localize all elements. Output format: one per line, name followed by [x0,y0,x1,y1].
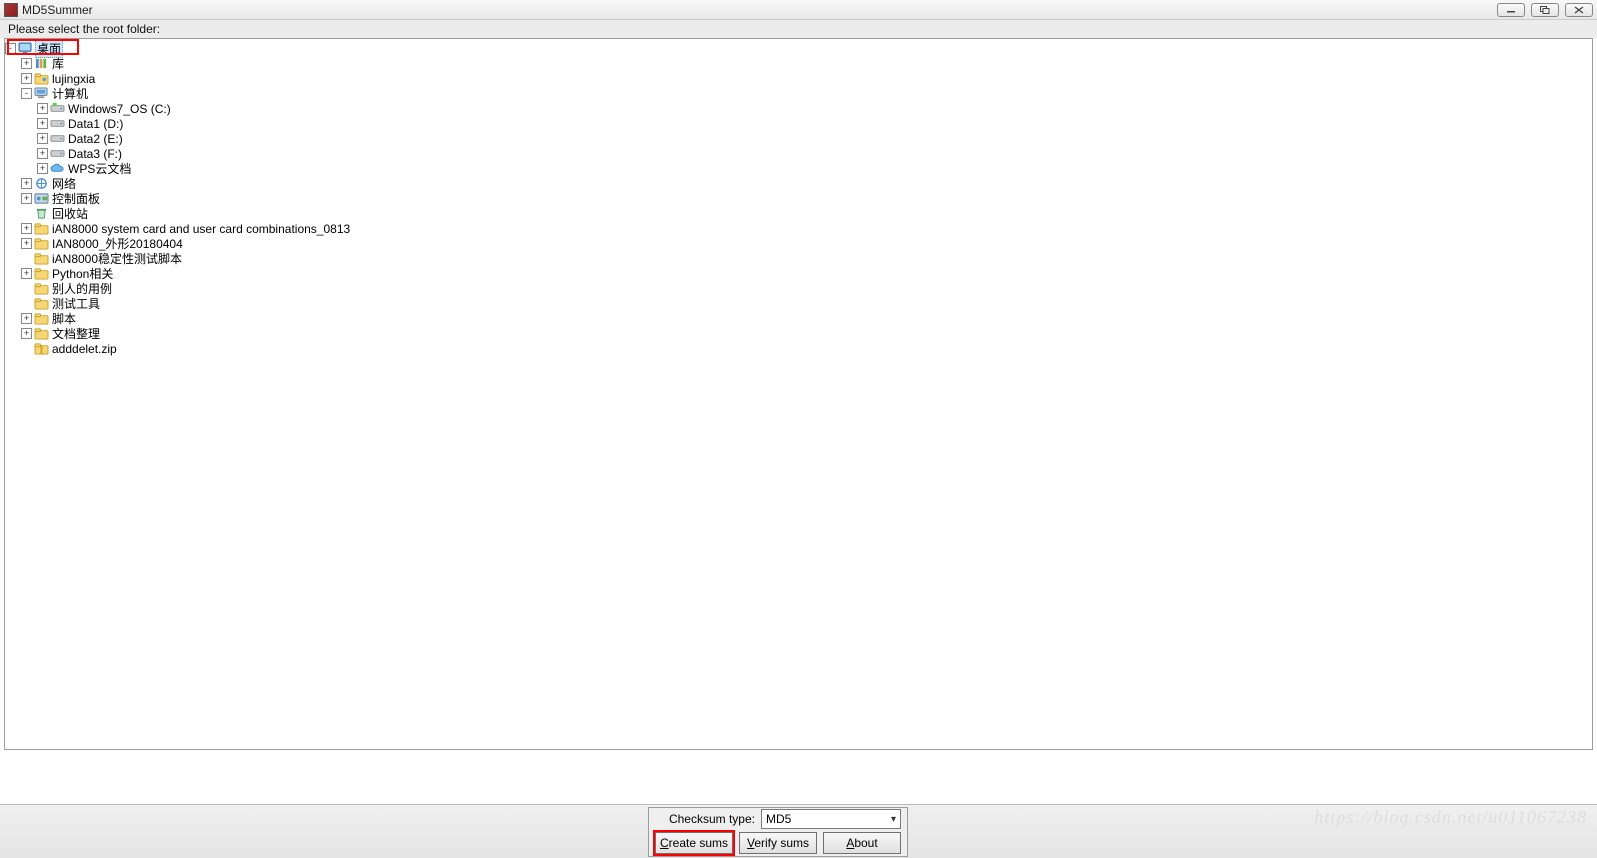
toggle-spacer [21,343,32,354]
expand-toggle[interactable]: + [37,163,48,174]
tree-item-label: 计算机 [51,85,89,102]
about-label: bout [854,836,877,850]
tree-item[interactable]: +WPS云文档 [37,161,1592,176]
verify-sums-label: erify sums [754,836,809,850]
bottom-panel: Checksum type: MD5 ▾ Create sums Verify … [0,804,1597,858]
network-icon [34,177,49,190]
toggle-spacer [21,208,32,219]
create-sums-label: reate sums [669,836,728,850]
recycle-bin-icon [34,207,49,220]
tree-item[interactable]: +库 [21,56,1592,71]
cloud-icon [50,162,65,175]
titlebar: MD5Summer [0,0,1597,20]
tree-item[interactable]: + Data1 (D:) [37,116,1592,131]
about-button[interactable]: About [823,832,901,854]
expand-toggle[interactable]: + [21,193,32,204]
verify-sums-button[interactable]: Verify sums [739,832,817,854]
tree-item-label: iAN8000 system card and user card combin… [51,222,351,236]
folder-tree[interactable]: -桌面+库+lujingxia-计算机+Windows7_OS (C:)+Dat… [5,39,1592,358]
expand-toggle[interactable]: + [21,73,32,84]
zip-icon [34,342,49,355]
expand-toggle[interactable]: + [21,58,32,69]
tree-item[interactable]: + lujingxia [21,71,1592,86]
checksum-type-label: Checksum type: [669,812,755,826]
tree-item[interactable]: + Data3 (F:) [37,146,1592,161]
folder-icon [34,282,49,295]
collapse-toggle[interactable]: - [5,43,16,54]
tree-item-label: Data2 (E:) [67,132,124,146]
folder-icon [34,312,49,325]
tree-item[interactable]: -桌面 [5,41,1592,56]
controls-group: Checksum type: MD5 ▾ Create sums Verify … [648,807,908,857]
watermark-text: https://blog.csdn.net/u011067238 [1314,807,1587,828]
tree-item-label: 回收站 [51,205,89,222]
tree-item-label: Data1 (D:) [67,117,124,131]
computer-icon [34,87,49,100]
tree-item[interactable]: + Data2 (E:) [37,131,1592,146]
tree-item[interactable]: adddelet.zip [21,341,1592,356]
tree-item-label: Data3 (F:) [67,147,123,161]
folder-icon [34,222,49,235]
minimize-button[interactable] [1497,3,1525,17]
chevron-down-icon: ▾ [891,814,896,825]
tree-item[interactable]: + iAN8000 system card and user card combi… [21,221,1592,236]
tree-item[interactable]: + Windows7_OS (C:) [37,101,1592,116]
drive-os-icon [50,102,65,115]
expand-toggle[interactable]: + [37,148,48,159]
folder-tree-panel: -桌面+库+lujingxia-计算机+Windows7_OS (C:)+Dat… [4,38,1593,750]
expand-toggle[interactable]: + [21,223,32,234]
tree-item[interactable]: 回收站 [21,206,1592,221]
tree-item[interactable]: 别人的用例 [21,281,1592,296]
expand-toggle[interactable]: + [37,133,48,144]
expand-toggle[interactable]: + [37,103,48,114]
checksum-type-value: MD5 [766,812,791,826]
tree-item-label: 文档整理 [51,325,101,342]
prompt-label: Please select the root folder: [0,20,1597,38]
maximize-button[interactable] [1531,3,1559,17]
tree-item-label: lujingxia [51,72,96,86]
tree-item[interactable]: + 文档整理 [21,326,1592,341]
app-icon [4,3,18,17]
tree-item-label: 库 [51,55,65,72]
create-sums-button[interactable]: Create sums [655,832,733,854]
expand-toggle[interactable]: + [21,328,32,339]
expand-toggle[interactable]: + [21,268,32,279]
drive-icon [50,132,65,145]
folder-icon [34,327,49,340]
window-title: MD5Summer [22,3,1497,17]
tree-item[interactable]: +IAN8000_外形20180404 [21,236,1592,251]
control-panel-icon [34,192,49,205]
expand-toggle[interactable]: + [21,238,32,249]
window-controls [1497,3,1593,17]
tree-item[interactable]: +控制面板 [21,191,1592,206]
desktop-icon [18,42,33,55]
collapse-toggle[interactable]: - [21,88,32,99]
checksum-type-select[interactable]: MD5 ▾ [761,809,901,829]
drive-icon [50,117,65,130]
folder-icon [34,297,49,310]
tree-item[interactable]: +Python相关 [21,266,1592,281]
user-folder-icon [34,72,49,85]
toggle-spacer [21,253,32,264]
expand-toggle[interactable]: + [21,178,32,189]
toggle-spacer [21,283,32,294]
close-button[interactable] [1565,3,1593,17]
tree-item[interactable]: - 计算机 [21,86,1592,101]
expand-toggle[interactable]: + [21,313,32,324]
tree-item-label: Windows7_OS (C:) [67,102,172,116]
library-icon [34,57,49,70]
tree-item[interactable]: iAN8000稳定性测试脚本 [21,251,1592,266]
toggle-spacer [21,298,32,309]
tree-item[interactable]: 测试工具 [21,296,1592,311]
expand-toggle[interactable]: + [37,118,48,129]
tree-item[interactable]: +网络 [21,176,1592,191]
folder-icon [34,252,49,265]
tree-item[interactable]: +脚本 [21,311,1592,326]
folder-icon [34,237,49,250]
folder-icon [34,267,49,280]
tree-item-label: adddelet.zip [51,342,118,356]
drive-icon [50,147,65,160]
